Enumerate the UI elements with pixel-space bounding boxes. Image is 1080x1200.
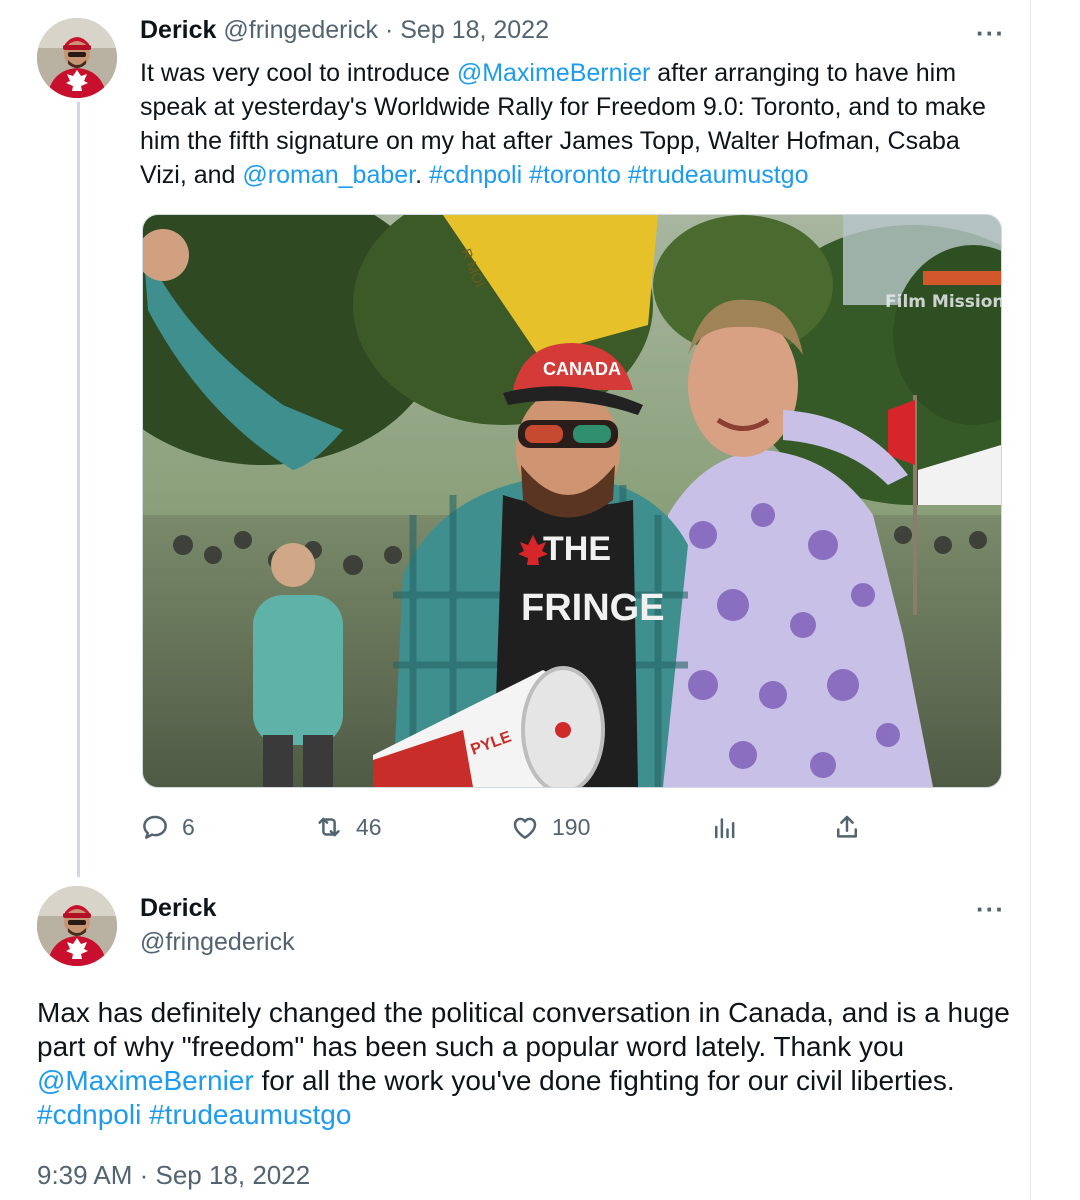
author-avatar[interactable] bbox=[37, 18, 117, 98]
retweet-count: 46 bbox=[356, 813, 382, 840]
hashtag-link[interactable]: #trudeaumustgo bbox=[149, 1099, 351, 1130]
views-icon bbox=[715, 818, 735, 839]
author-name[interactable]: Derick bbox=[140, 16, 216, 44]
share-icon bbox=[837, 815, 857, 838]
more-options-button[interactable]: ··· bbox=[976, 894, 1005, 925]
mention-link[interactable]: @MaximeBernier bbox=[37, 1065, 254, 1096]
photo-illustration: R MOI Film Mission THE FRINGE CANADA PYL… bbox=[143, 215, 1001, 787]
views-button[interactable] bbox=[710, 812, 740, 842]
frame-border bbox=[1030, 0, 1031, 1200]
mention-link[interactable]: @roman_baber bbox=[242, 161, 415, 189]
shirt-text-bottom: FRINGE bbox=[521, 587, 665, 629]
shirt-text-top: THE bbox=[543, 530, 611, 568]
reply-button[interactable]: 6 bbox=[140, 812, 195, 842]
tweet-text-part: . bbox=[415, 161, 430, 189]
tweet-text-part: Max has definitely changed the political… bbox=[37, 997, 1010, 1062]
hat-text: CANADA bbox=[543, 359, 621, 379]
tweet-body: Max has definitely changed the political… bbox=[37, 996, 1017, 1132]
like-count: 190 bbox=[552, 813, 591, 840]
author-handle[interactable]: @fringederick bbox=[140, 928, 295, 957]
hashtag-link[interactable]: #toronto bbox=[529, 161, 621, 189]
author-avatar[interactable] bbox=[37, 886, 117, 966]
like-button[interactable]: 190 bbox=[510, 812, 590, 842]
tweet-media-photo[interactable]: R MOI Film Mission THE FRINGE CANADA PYL… bbox=[142, 214, 1002, 788]
retweet-icon bbox=[318, 817, 340, 837]
mention-link[interactable]: @MaximeBernier bbox=[457, 59, 650, 87]
more-options-button[interactable]: ··· bbox=[976, 18, 1005, 49]
reply-icon bbox=[143, 815, 167, 839]
thread-connector-line bbox=[77, 102, 80, 877]
tweet-body: It was very cool to introduce @MaximeBer… bbox=[140, 56, 1010, 192]
hashtag-link[interactable]: #cdnpoli bbox=[37, 1099, 141, 1130]
tweet-timestamp[interactable]: 9:39 AM · Sep 18, 2022 bbox=[37, 1160, 310, 1191]
retweet-button[interactable]: 46 bbox=[314, 812, 382, 842]
tweet-text-part: It was very cool to introduce bbox=[140, 59, 457, 87]
hashtag-link[interactable]: #cdnpoli bbox=[429, 161, 522, 189]
avatar-photo bbox=[37, 18, 117, 98]
author-handle[interactable]: @fringederick bbox=[223, 16, 378, 44]
hashtag-link[interactable]: #trudeaumustgo bbox=[628, 161, 809, 189]
tweet-text-part: for all the work you've done fighting fo… bbox=[253, 1065, 955, 1096]
avatar-photo bbox=[37, 886, 117, 966]
reply-count: 6 bbox=[182, 813, 195, 840]
share-button[interactable] bbox=[832, 812, 862, 842]
author-name[interactable]: Derick bbox=[140, 894, 216, 923]
like-icon bbox=[513, 817, 537, 839]
tweet-actions-bar: 6 46 190 bbox=[0, 812, 1030, 852]
tweet-date[interactable]: Sep 18, 2022 bbox=[400, 16, 549, 44]
separator-dot: · bbox=[384, 16, 394, 44]
watermark-text: Film Mission bbox=[885, 292, 1001, 312]
tweet-header: Derick @fringederick · Sep 18, 2022 bbox=[140, 16, 549, 45]
